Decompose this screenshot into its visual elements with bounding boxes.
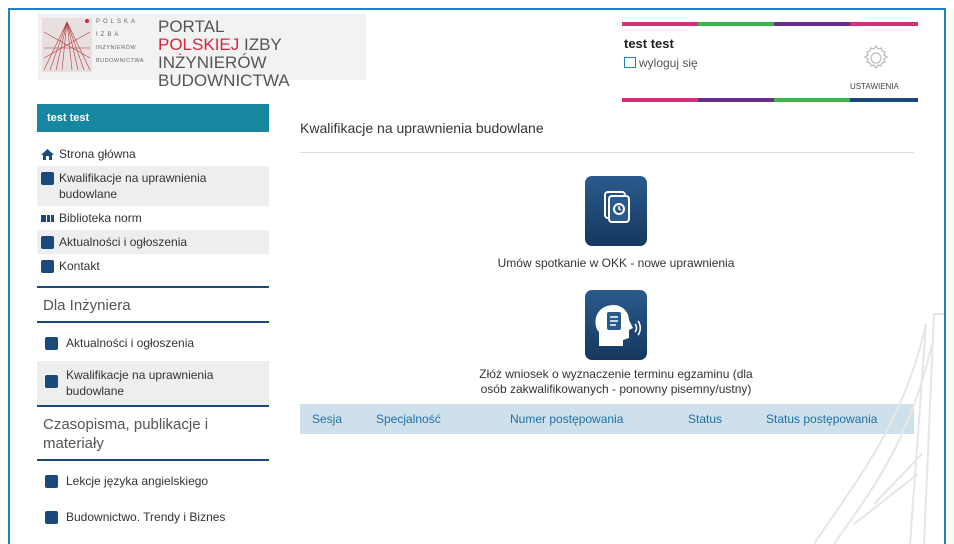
stripe-bottom-pink [622, 98, 698, 102]
logo-line-3: INŻYNIERÓW [96, 45, 137, 51]
stripe-top-pink-2 [850, 22, 918, 26]
sidebar-item-label: Lekcje języka angielskiego [66, 474, 209, 488]
sidebar-item-label: Kwalifikacje na uprawnienia budowlane [59, 171, 207, 201]
logout-link[interactable]: wyloguj się [624, 56, 698, 70]
sidebar-item-label: Aktualności i ogłoszenia [59, 235, 188, 249]
sidebar-item-home[interactable]: Strona główna [37, 142, 269, 166]
portal-title-line-2: POLSKIEJ IZBY INŻYNIERÓW [158, 36, 366, 72]
sidebar-item-label: Strona główna [59, 147, 136, 161]
section-heading-engineer: Dla Inżyniera [43, 297, 131, 314]
news-icon [41, 236, 54, 249]
sidebar-user[interactable]: test test [37, 104, 269, 132]
divider [300, 152, 914, 153]
portal-title-line-1: PORTAL [158, 17, 225, 36]
sidebar-item-engineer-qualifications[interactable]: Kwalifikacje na uprawnienia budowlane [37, 361, 269, 405]
logo-emblem-icon [42, 18, 92, 72]
portal-title: PORTAL POLSKIEJ IZBY INŻYNIERÓW BUDOWNIC… [158, 18, 366, 90]
logo[interactable]: POLSKA IZBA INŻYNIERÓW BUDOWNICTWA PORTA… [38, 14, 366, 90]
book-icon [45, 511, 58, 524]
section-heading-publications: Czasopisma, publikacje i materiały [43, 416, 209, 452]
sidebar: test test Strona główna Kwalifikacje na … [37, 104, 269, 531]
appointment-tile-label[interactable]: Umów spotkanie w OKK - nowe uprawnienia [480, 256, 752, 271]
logo-line-2: IZBA [96, 32, 122, 38]
page-title: Kwalifikacje na uprawnienia budowlane [300, 120, 544, 136]
headset-icon [41, 260, 54, 273]
sidebar-item-label: Budownictwo. Trendy i Biznes [66, 510, 226, 524]
sidebar-item-label: Kontakt [59, 259, 100, 273]
qualification-icon [45, 375, 58, 388]
stripe-top-pink [622, 22, 698, 26]
sidebar-item-label: Biblioteka norm [59, 211, 142, 225]
qualification-icon [41, 172, 54, 185]
bridge-watermark-icon [814, 313, 944, 544]
column-header-session[interactable]: Sesja [312, 412, 342, 426]
sidebar-item-trends-business[interactable]: Budownictwo. Trendy i Biznes [37, 503, 269, 531]
logo-line-1: POLSKA [96, 19, 139, 25]
exam-application-label-line-1: Złóż wniosek o wyznaczenie terminu egzam… [479, 367, 753, 381]
exam-application-tile[interactable] [585, 290, 647, 360]
gear-icon[interactable] [862, 44, 890, 72]
appointment-tile[interactable] [585, 176, 647, 246]
user-name: test test [624, 36, 674, 51]
user-panel: test test wyloguj się USTAWIENIA [622, 22, 918, 104]
exam-application-label-line-2: osób zakwalifikowanych - ponowny pisemny… [480, 382, 752, 396]
stripe-top-purple [774, 22, 850, 26]
stripe-bottom-purple [698, 98, 774, 102]
settings-label[interactable]: USTAWIENIA [850, 82, 899, 91]
speaking-head-icon [595, 304, 641, 346]
sidebar-item-news[interactable]: Aktualności i ogłoszenia [37, 230, 269, 254]
sidebar-item-qualifications[interactable]: Kwalifikacje na uprawnienia budowlane [37, 166, 269, 206]
stripe-bottom-green [774, 98, 850, 102]
column-header-case-number[interactable]: Numer postępowania [510, 412, 623, 426]
column-header-specialty[interactable]: Specjalność [376, 412, 441, 426]
book-icon [45, 475, 58, 488]
library-icon [41, 215, 54, 222]
sidebar-item-label: Kwalifikacje na uprawnienia budowlane [66, 368, 214, 398]
calendar-clock-icon [604, 191, 630, 223]
sidebar-item-engineer-news[interactable]: Aktualności i ogłoszenia [37, 329, 269, 357]
sidebar-item-english-lessons[interactable]: Lekcje języka angielskiego [37, 467, 269, 495]
logout-icon [624, 57, 636, 68]
logo-line-4: BUDOWNICTWA [96, 58, 145, 64]
home-icon [41, 149, 54, 160]
sidebar-item-library[interactable]: Biblioteka norm [37, 206, 269, 230]
app-frame: POLSKA IZBA INŻYNIERÓW BUDOWNICTWA PORTA… [8, 8, 946, 544]
exam-application-tile-label[interactable]: Złóż wniosek o wyznaczenie terminu egzam… [460, 367, 772, 397]
logout-label: wyloguj się [639, 56, 698, 70]
column-header-status[interactable]: Status [688, 412, 722, 426]
sidebar-item-label: Aktualności i ogłoszenia [66, 336, 195, 350]
stripe-bottom-navy [850, 98, 918, 102]
stripe-top-green [698, 22, 774, 26]
sidebar-item-contact[interactable]: Kontakt [37, 254, 269, 278]
portal-title-line-3: BUDOWNICTWA [158, 71, 290, 90]
portal-title-red: POLSKIEJ [158, 35, 240, 54]
news-icon [45, 337, 58, 350]
